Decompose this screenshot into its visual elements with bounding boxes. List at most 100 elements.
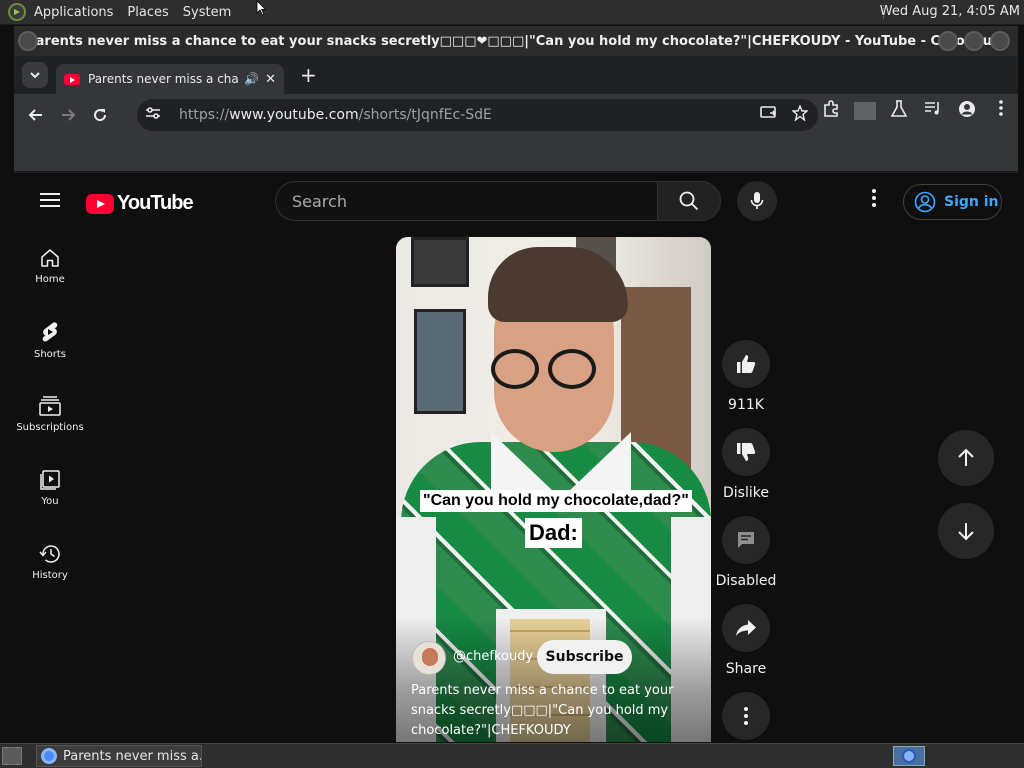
labs-flask-icon[interactable] [888, 100, 910, 122]
sign-in-label: Sign in [944, 194, 999, 210]
share-action: Share [721, 604, 771, 677]
tab-close-icon[interactable]: ✕ [265, 72, 276, 87]
shorts-video-player[interactable]: "Can you hold my chocolate,dad?" Dad: @c… [396, 237, 711, 742]
toolbar-icons [820, 100, 1012, 122]
tab-youtube-short[interactable]: Parents never miss a chan 🔊 ✕ [56, 64, 284, 94]
search-icon [679, 191, 699, 211]
reload-icon[interactable] [84, 99, 116, 131]
site-info-tune-icon[interactable] [145, 106, 167, 124]
settings-kebab-icon[interactable] [872, 189, 878, 207]
video-frame-image [548, 349, 596, 389]
search-input[interactable]: Search [275, 181, 658, 221]
shorts-icon [42, 321, 58, 342]
thumbs-up-icon [737, 355, 756, 373]
youtube-logo[interactable]: YouTube [86, 192, 194, 215]
taskbar-window-button[interactable]: Parents never miss a... [36, 745, 202, 767]
comments-action: Disabled [716, 516, 776, 589]
youtube-favicon-icon [64, 73, 80, 85]
new-tab-plus-icon[interactable]: + [300, 63, 317, 87]
more-action [721, 692, 771, 740]
mouse-cursor-icon [256, 0, 266, 16]
os-clock[interactable]: Wed Aug 21, 4:05 AM [880, 4, 1020, 19]
video-caption-bottom: Dad: [525, 518, 582, 548]
bookmark-star-icon[interactable] [791, 104, 809, 125]
home-icon [41, 248, 59, 267]
url-path: /shorts/tJqnfEc-SdE [358, 107, 492, 123]
back-arrow-icon[interactable] [20, 99, 52, 131]
more-actions-button[interactable] [722, 692, 770, 740]
os-menu-logo-icon[interactable] [8, 3, 26, 21]
like-action: 911K [721, 340, 771, 413]
subscribe-button[interactable]: Subscribe [537, 640, 632, 674]
address-bar[interactable]: https://www.youtube.com/shorts/tJqnfEc-S… [137, 99, 818, 131]
guide-item-you[interactable]: You [14, 451, 86, 525]
url-text[interactable]: https://www.youtube.com/shorts/tJqnfEc-S… [179, 107, 492, 123]
comment-icon [738, 532, 754, 548]
window-minimize-button[interactable] [938, 31, 958, 51]
guide-sidebar: Home Shorts Subscriptions You History [14, 229, 86, 599]
share-button[interactable] [722, 604, 770, 652]
like-button[interactable] [722, 340, 770, 388]
guide-item-history[interactable]: History [14, 525, 86, 599]
browser-menu-kebab-icon[interactable] [990, 100, 1012, 122]
url-scheme: https:// [179, 107, 230, 123]
next-short-button[interactable] [938, 503, 994, 559]
os-menu-applications[interactable]: Applications [30, 5, 121, 20]
guide-item-label: Shorts [33, 348, 67, 360]
guide-item-label: You [41, 495, 59, 507]
window-titlebar[interactable]: Parents never miss a chance to eat your … [14, 26, 1018, 56]
video-description[interactable]: Parents never miss a chance to eat your … [411, 681, 681, 741]
forward-arrow-icon[interactable] [52, 99, 84, 131]
guide-item-subscriptions[interactable]: Subscriptions [14, 377, 86, 451]
arrow-up-icon [958, 448, 974, 466]
youtube-play-logo-icon [86, 193, 114, 214]
previous-short-button[interactable] [938, 430, 994, 486]
hamburger-menu-icon[interactable] [40, 193, 60, 207]
channel-avatar[interactable] [412, 641, 446, 675]
arrow-down-icon [958, 523, 974, 541]
youtube-page: YouTube Search Sign in Home Shorts Subsc… [14, 173, 1018, 742]
window-title: Parents never miss a chance to eat your … [26, 33, 1006, 49]
tab-strip: Parents never miss a chan 🔊 ✕ + [14, 56, 1018, 94]
media-controls-icon[interactable] [922, 100, 944, 122]
video-frame-image [491, 349, 539, 389]
voice-search-button[interactable] [737, 181, 777, 221]
video-frame-image [411, 237, 469, 287]
workspace-switcher[interactable] [893, 746, 925, 766]
speaker-icon[interactable]: 🔊 [244, 72, 259, 86]
youtube-logo-text: YouTube [117, 192, 194, 214]
chromium-window: Parents never miss a chance to eat your … [13, 25, 1019, 743]
comments-button[interactable] [722, 516, 770, 564]
browser-toolbar: https://www.youtube.com/shorts/tJqnfEc-S… [14, 94, 1018, 136]
profile-avatar-icon[interactable] [956, 100, 978, 122]
extensions-puzzle-icon[interactable] [820, 100, 842, 122]
thumbs-down-icon [737, 443, 756, 461]
microphone-icon [750, 192, 764, 209]
channel-name-link[interactable]: @chefkoudy [453, 649, 533, 664]
sign-in-button[interactable]: Sign in [903, 184, 1002, 220]
guide-item-shorts[interactable]: Shorts [14, 303, 86, 377]
window-maximize-button[interactable] [964, 31, 984, 51]
guide-item-label: History [32, 569, 68, 581]
history-icon [39, 544, 60, 563]
tab-search-button[interactable] [22, 62, 48, 88]
share-label: Share [725, 661, 767, 677]
guide-item-home[interactable]: Home [14, 229, 86, 303]
chevron-down-icon [30, 72, 40, 79]
guide-item-label: Subscriptions [16, 421, 84, 433]
search-button[interactable] [657, 181, 721, 221]
show-desktop-icon[interactable] [2, 747, 22, 765]
window-menu-button[interactable] [18, 31, 38, 51]
window-close-button[interactable] [990, 31, 1010, 51]
video-caption-top: "Can you hold my chocolate,dad?" [420, 490, 692, 512]
youtube-header: YouTube Search Sign in [14, 173, 1018, 229]
dislike-button[interactable] [722, 428, 770, 476]
share-arrow-icon [736, 620, 756, 636]
url-host: www.youtube.com [229, 107, 359, 123]
toolbar-separator [854, 102, 876, 120]
os-menu-places[interactable]: Places [121, 5, 176, 20]
install-app-icon[interactable] [760, 105, 778, 125]
os-menu-system[interactable]: System [177, 5, 239, 20]
comments-disabled-label: Disabled [715, 573, 777, 589]
workspace-window-icon [902, 749, 916, 763]
